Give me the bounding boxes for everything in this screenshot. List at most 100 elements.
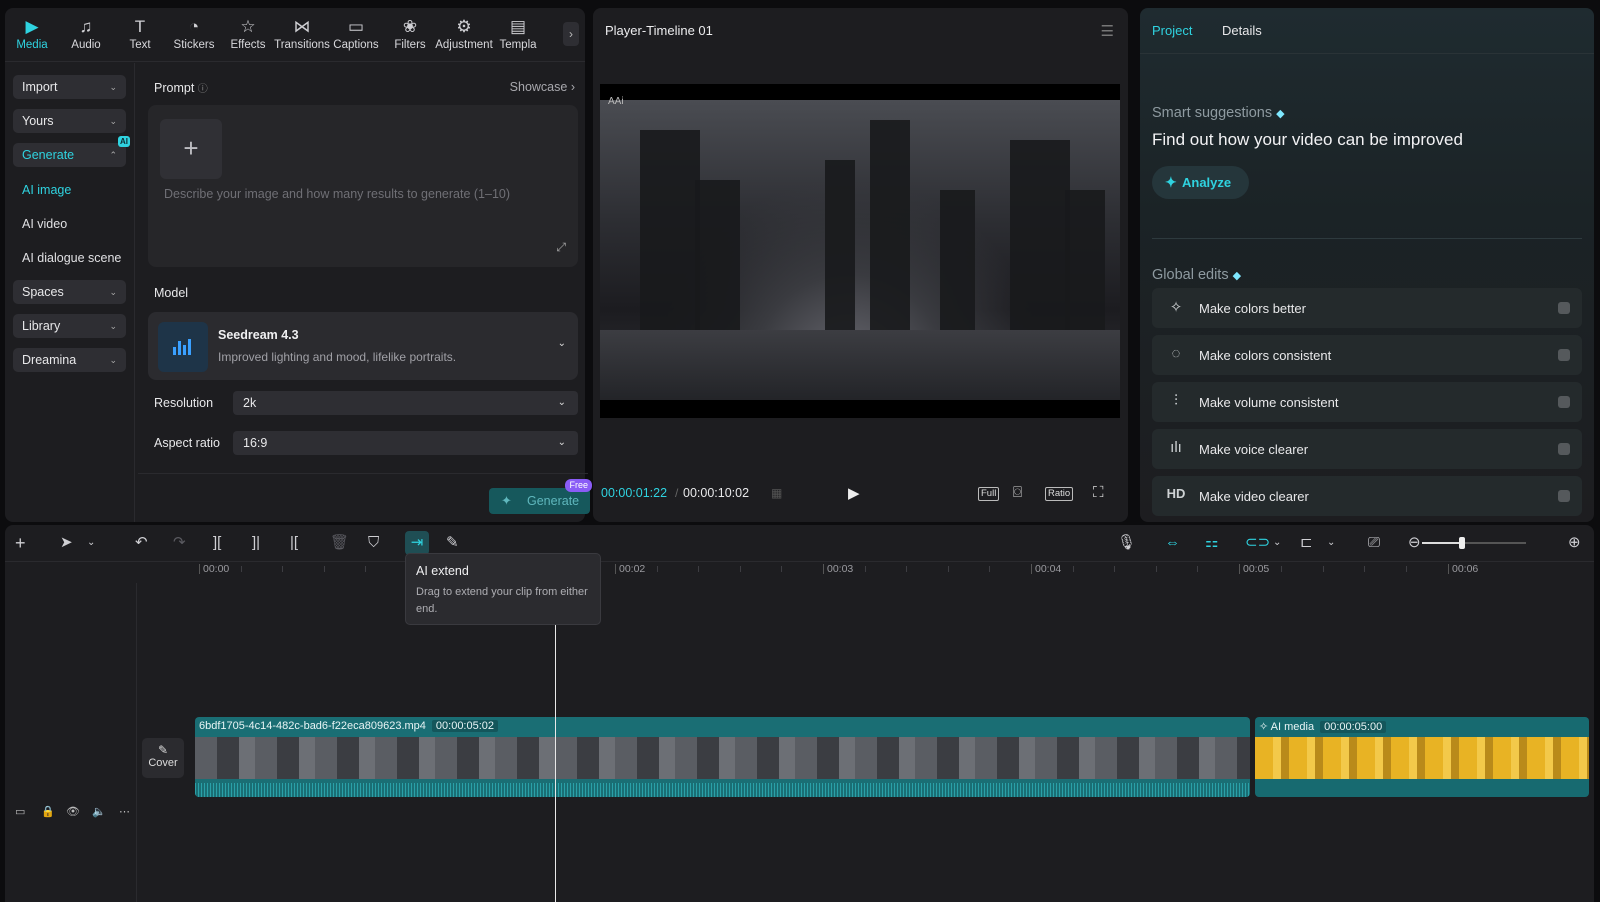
undo-icon[interactable]: ↶	[135, 525, 148, 561]
analyze-button[interactable]: ✦ Analyze	[1152, 166, 1249, 199]
chevron-down-icon[interactable]: ⌄	[1327, 525, 1335, 561]
zoom-fill	[1422, 542, 1462, 544]
toggle-video-clearer[interactable]	[1558, 490, 1570, 502]
aspect-ratio-select[interactable]: 16:9 ⌄	[233, 431, 578, 455]
edit-row-voice-clearer[interactable]: ılı Make voice clearer	[1152, 429, 1582, 469]
playhead[interactable]	[555, 625, 556, 902]
chevron-down-icon[interactable]: ⌄	[87, 525, 95, 561]
yours-button[interactable]: Yours ⌄	[13, 109, 126, 133]
ruler-minor-tick	[1072, 566, 1074, 572]
expand-icon[interactable]: ⤢	[556, 240, 566, 255]
shield-icon[interactable]: ⛉	[368, 525, 379, 561]
sidebar-item-ai-image[interactable]: AI image	[22, 183, 71, 197]
split-left-icon[interactable]: ]|	[252, 525, 260, 561]
media-icon: ▶	[25, 17, 39, 36]
resolution-select[interactable]: 2k ⌄	[233, 391, 578, 415]
toggle-colors-better[interactable]	[1558, 302, 1570, 314]
split-right-icon[interactable]: |[	[290, 525, 298, 561]
tab-details[interactable]: Details	[1222, 23, 1262, 38]
cover-button[interactable]: ✎ Cover	[142, 738, 184, 778]
generate-form: Prompt ⓘ Showcase › + Describe your imag…	[138, 63, 592, 522]
ruler-tick: 00:04	[1031, 564, 1061, 574]
smart-suggestions-title: Find out how your video can be improved	[1152, 130, 1463, 149]
tool-text[interactable]: T Text	[113, 8, 167, 61]
preview-axis-icon[interactable]: ⊏	[1300, 525, 1313, 561]
add-reference-button[interactable]: +	[160, 119, 222, 179]
ruler-tick: 00:02	[615, 564, 645, 574]
more-icon[interactable]: ⋯	[119, 805, 130, 818]
tab-project[interactable]: Project	[1152, 23, 1192, 38]
prompt-box[interactable]: + Describe your image and how many resul…	[148, 105, 578, 267]
video-preview[interactable]: AAi	[600, 84, 1120, 418]
model-select[interactable]: Seedream 4.3 Improved lighting and mood,…	[148, 312, 578, 380]
full-button[interactable]: Full	[978, 487, 1000, 501]
ruler-tick: 00:00	[199, 564, 229, 574]
tool-effects[interactable]: ☆ Effects	[221, 8, 275, 61]
showcase-link[interactable]: Showcase ›	[510, 80, 575, 94]
tool-captions[interactable]: ▭ Captions	[329, 8, 383, 61]
link-clips-icon[interactable]: ⇔	[1165, 525, 1180, 561]
fullscreen-icon[interactable]: ⛶	[1093, 484, 1104, 501]
zoom-in-icon[interactable]: ⊕	[1568, 525, 1581, 561]
track-select-icon[interactable]: ▭	[15, 805, 25, 818]
toggle-volume-consistent[interactable]	[1558, 396, 1570, 408]
toolbar-more-button[interactable]: ›	[563, 22, 579, 46]
ruler-minor-tick	[323, 566, 325, 572]
chevron-down-icon[interactable]: ⌄	[1273, 525, 1281, 561]
speaker-icon[interactable]: 🔈	[92, 805, 106, 818]
add-icon[interactable]: +	[15, 525, 26, 561]
clip-thumbnails	[1255, 737, 1589, 779]
zoom-slider[interactable]	[1422, 537, 1526, 549]
chevron-down-icon: ⌄	[557, 397, 566, 408]
generate-submit-button[interactable]: ✦ Generate Free	[489, 479, 592, 514]
video-clip-main[interactable]: 6bdf1705-4c14-482c-bad6-f22eca809623.mp4…	[195, 717, 1250, 797]
select-arrow-icon[interactable]: ➤	[60, 525, 73, 561]
menu-icon[interactable]: ☰	[1101, 22, 1114, 40]
tool-audio[interactable]: ♫ Audio	[59, 8, 113, 61]
tool-templates[interactable]: ▤ Templa	[491, 8, 545, 61]
edit-row-video-clearer[interactable]: HD Make video clearer	[1152, 476, 1582, 516]
import-button[interactable]: Import ⌄	[13, 75, 126, 99]
edit-row-volume-consistent[interactable]: ⫶ Make volume consistent	[1152, 382, 1582, 422]
ai-extend-icon[interactable]: ⇥	[405, 531, 429, 555]
dreamina-button[interactable]: Dreamina ⌄	[13, 348, 126, 372]
tool-filters[interactable]: ❀ Filters	[383, 8, 437, 61]
lock-icon[interactable]: 🔒	[41, 805, 55, 818]
ruler-minor-tick	[1322, 566, 1324, 572]
library-button[interactable]: Library ⌄	[13, 314, 126, 338]
ai-media-clip[interactable]: ✧ AI media 00:00:05:00	[1255, 717, 1589, 797]
sidebar-item-ai-dialogue[interactable]: AI dialogue scene	[22, 251, 121, 265]
edit-row-colors-better[interactable]: ✧ Make colors better	[1152, 288, 1582, 328]
clip-thumbnails	[195, 737, 1250, 779]
snap-icon[interactable]: ⚏	[1205, 525, 1218, 561]
sidebar-item-ai-video[interactable]: AI video	[22, 217, 67, 231]
split-icon[interactable]: ][	[213, 525, 221, 561]
spaces-button[interactable]: Spaces ⌄	[13, 280, 126, 304]
delete-icon[interactable]: 🗑	[330, 525, 349, 561]
play-icon[interactable]: ▶	[848, 484, 860, 502]
ratio-button[interactable]: Ratio	[1045, 487, 1074, 501]
redo-icon[interactable]: ↷	[173, 525, 186, 561]
ruler-minor-tick	[989, 566, 991, 572]
screen-icon[interactable]: ⎚	[1368, 525, 1380, 561]
tool-media[interactable]: ▶ Media	[5, 8, 59, 61]
edit-row-colors-consistent[interactable]: ◌ Make colors consistent	[1152, 335, 1582, 375]
toggle-colors-consistent[interactable]	[1558, 349, 1570, 361]
zoom-handle[interactable]	[1458, 537, 1465, 549]
chevron-down-icon: ⌄	[109, 82, 117, 92]
prompt-input[interactable]: Describe your image and how many results…	[164, 187, 510, 201]
tool-stickers[interactable]: ◔ Stickers	[167, 8, 221, 61]
zoom-out-icon[interactable]: ⊖	[1408, 525, 1421, 561]
chain-icon[interactable]: ⊂⊃	[1245, 525, 1270, 561]
chevron-down-icon: ⌄	[557, 338, 566, 349]
snapshot-icon[interactable]: ⌼	[1013, 484, 1022, 501]
microphone-icon[interactable]: 🎙	[1117, 525, 1136, 561]
eye-icon[interactable]: 👁	[66, 805, 80, 818]
tool-transitions[interactable]: ⋈ Transitions	[274, 8, 330, 61]
toggle-voice-clearer[interactable]	[1558, 443, 1570, 455]
grid-icon[interactable]: ▦	[771, 486, 782, 500]
generate-button[interactable]: Generate ⌃ AI	[13, 136, 130, 167]
time-ruler[interactable]: 00:00 00:02 00:03 00:04 00:05 00:06	[5, 561, 1594, 583]
tool-adjustment[interactable]: ⚙ Adjustment	[435, 8, 493, 61]
ruler-tick: 00:03	[823, 564, 853, 574]
